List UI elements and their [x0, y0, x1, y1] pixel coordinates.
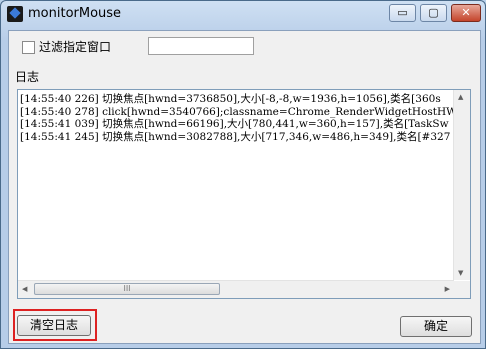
- log-line: [14:55:40 226] 切换焦点[hwnd=3736850],大小[-8,…: [20, 93, 441, 105]
- log-label: 日志: [15, 70, 40, 84]
- horizontal-scroll-thumb[interactable]: III: [34, 283, 220, 295]
- scroll-right-arrow-icon[interactable]: ▶: [445, 285, 450, 293]
- ok-button[interactable]: 确定: [400, 316, 472, 337]
- app-icon: [7, 6, 23, 22]
- maximize-button[interactable]: ▢: [420, 4, 447, 22]
- minimize-button[interactable]: ▭: [389, 4, 416, 22]
- scrollbar-corner: [454, 281, 470, 298]
- window-title: monitorMouse: [28, 6, 122, 21]
- log-lines: [14:55:40 226] 切换焦点[hwnd=3736850],大小[-8,…: [20, 93, 456, 279]
- main-window: monitorMouse ▭ ▢ ✕ 过滤指定窗口 日志 [14:55:40 2…: [0, 0, 486, 349]
- close-button[interactable]: ✕: [451, 4, 481, 22]
- log-line: [14:55:41 245] 切换焦点[hwnd=3082788],大小[717…: [20, 130, 451, 143]
- vertical-scrollbar[interactable]: ▲ ▼: [453, 90, 470, 280]
- clear-log-button[interactable]: 清空日志: [17, 315, 91, 336]
- scroll-left-arrow-icon[interactable]: ◀: [22, 285, 27, 293]
- scroll-up-arrow-icon[interactable]: ▲: [458, 93, 463, 101]
- scroll-down-arrow-icon[interactable]: ▼: [458, 269, 463, 277]
- filter-checkbox-label[interactable]: 过滤指定窗口: [39, 38, 111, 55]
- title-bar[interactable]: monitorMouse ▭ ▢ ✕: [1, 1, 485, 29]
- log-line: [14:55:41 039] 切换焦点[hwnd=66196],大小[780,4…: [20, 118, 449, 130]
- log-line: [14:55:40 278] click[hwnd=3540766];class…: [20, 105, 456, 118]
- log-textarea[interactable]: [14:55:40 226] 切换焦点[hwnd=3736850],大小[-8,…: [17, 89, 471, 299]
- filter-checkbox[interactable]: [22, 41, 35, 54]
- filter-window-input[interactable]: [148, 37, 254, 55]
- client-area: 过滤指定窗口 日志 [14:55:40 226] 切换焦点[hwnd=37368…: [8, 30, 481, 344]
- horizontal-scrollbar[interactable]: ◀ III ▶: [18, 280, 454, 298]
